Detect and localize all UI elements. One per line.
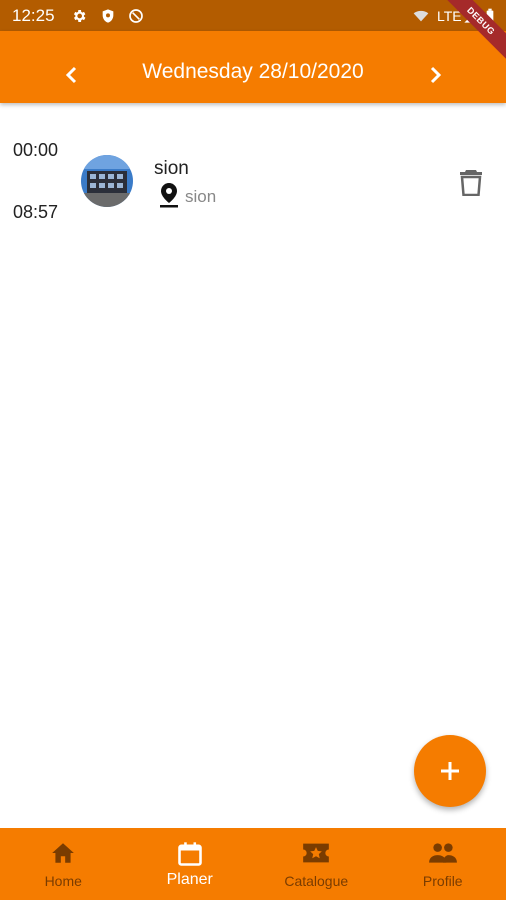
ticket-icon bbox=[303, 843, 330, 863]
nav-catalogue-label: Catalogue bbox=[284, 873, 349, 889]
nav-home-label: Home bbox=[44, 873, 82, 889]
shield-icon bbox=[102, 9, 114, 23]
add-event-button[interactable] bbox=[414, 735, 486, 807]
event-location: sion bbox=[185, 187, 217, 206]
nav-planer[interactable]: Planer bbox=[127, 828, 254, 900]
event-title: sion bbox=[154, 158, 189, 179]
calendar-icon bbox=[177, 842, 202, 866]
location-pin-icon bbox=[160, 183, 178, 208]
chevron-left-icon[interactable] bbox=[60, 63, 84, 87]
settings-icon bbox=[73, 10, 86, 22]
status-bar: 12:25 LTE bbox=[0, 0, 506, 31]
plus-icon bbox=[441, 762, 459, 780]
nav-profile[interactable]: Profile bbox=[380, 828, 506, 900]
nav-home[interactable]: Home bbox=[0, 828, 127, 900]
status-time: 12:25 bbox=[12, 6, 55, 25]
app-bar: Wednesday 28/10/2020 bbox=[0, 31, 506, 103]
bottom-navigation: Home Planer Catalogue Profile bbox=[0, 828, 506, 900]
sync-off-icon bbox=[129, 9, 143, 23]
nav-profile-label: Profile bbox=[422, 873, 463, 889]
home-icon bbox=[52, 843, 75, 863]
event-end-time: 08:57 bbox=[13, 202, 59, 222]
nav-catalogue[interactable]: Catalogue bbox=[253, 828, 380, 900]
event-start-time: 00:00 bbox=[13, 140, 59, 160]
trash-icon[interactable] bbox=[458, 168, 484, 196]
wifi-off-icon bbox=[413, 10, 429, 22]
event-avatar bbox=[81, 155, 133, 207]
people-icon bbox=[428, 843, 457, 863]
building-photo-icon bbox=[81, 155, 133, 207]
chevron-right-icon[interactable] bbox=[423, 63, 447, 87]
nav-planer-label: Planer bbox=[166, 871, 213, 888]
event-row[interactable]: 00:00 08:57 sion sion bbox=[0, 130, 506, 240]
